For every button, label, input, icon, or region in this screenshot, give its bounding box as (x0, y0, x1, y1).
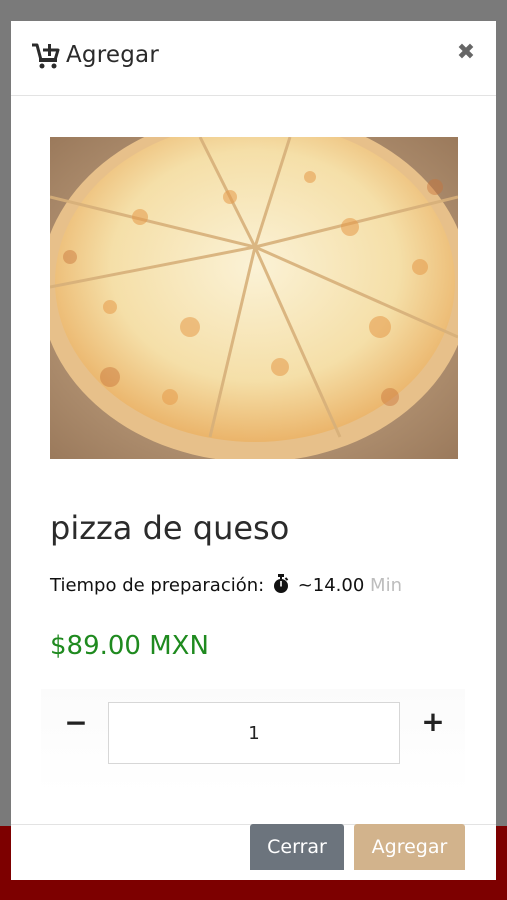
quantity-input[interactable] (108, 702, 400, 764)
decrease-quantity-button[interactable]: − (63, 708, 89, 738)
close-icon[interactable]: ✖ (455, 40, 477, 66)
stopwatch-icon (273, 574, 289, 593)
prep-time-row: Tiempo de preparación: ~14.00 Min (50, 574, 402, 596)
modal-header: Agregar ✖ (11, 21, 496, 96)
add-to-cart-modal: Agregar ✖ pizza de queso Tiempo de prepa… (11, 21, 496, 880)
product-image (50, 137, 458, 459)
product-name: pizza de queso (50, 509, 290, 547)
prep-time-unit: Min (370, 575, 402, 596)
modal-title: Agregar (66, 42, 159, 68)
close-button[interactable]: Cerrar (250, 824, 344, 870)
prep-time-value: ~14.00 (297, 575, 365, 596)
product-price: $89.00 MXN (50, 631, 209, 661)
cart-plus-icon (32, 43, 60, 69)
increase-quantity-button[interactable]: + (420, 707, 446, 737)
prep-time-label: Tiempo de preparación: (50, 575, 265, 596)
pizza-illustration (50, 137, 458, 459)
add-button[interactable]: Agregar (354, 824, 465, 870)
